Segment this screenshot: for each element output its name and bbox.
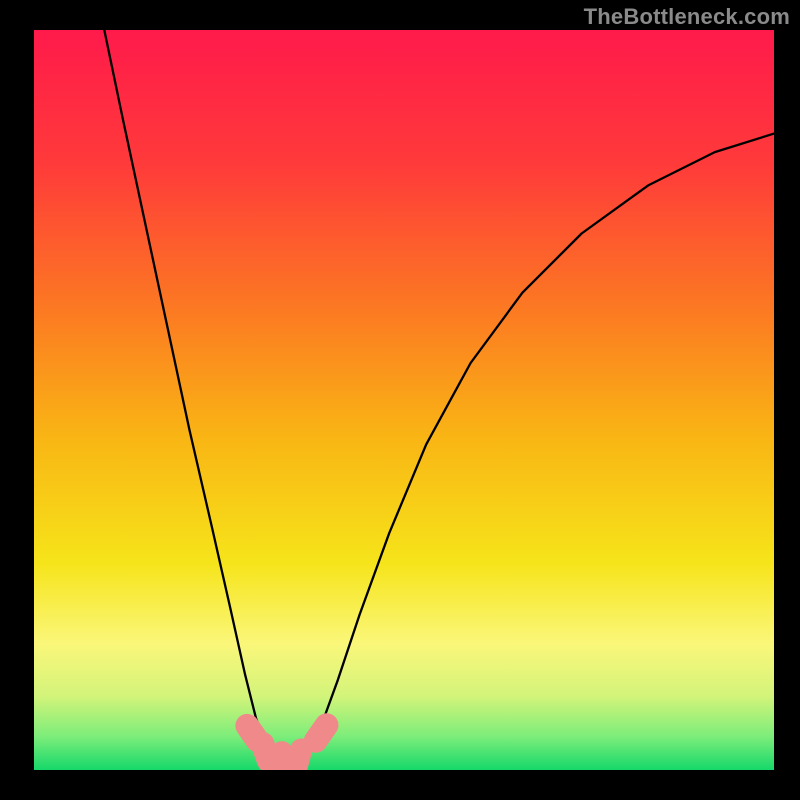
chart-frame: TheBottleneck.com — [0, 0, 800, 800]
bottleneck-chart — [34, 30, 774, 770]
gradient-background — [34, 30, 774, 770]
plot-area — [34, 30, 774, 770]
watermark-text: TheBottleneck.com — [584, 4, 790, 30]
